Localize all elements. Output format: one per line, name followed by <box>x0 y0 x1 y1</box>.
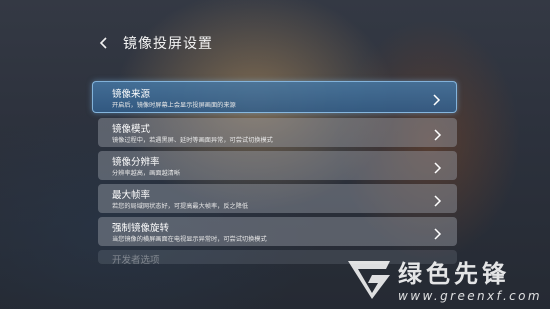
watermark: 绿色先锋 www.greenxf.com <box>346 254 542 303</box>
chevron-right-icon <box>431 159 443 174</box>
setting-item-title: 最大帧率 <box>112 190 151 201</box>
settings-list: 镜像来源 开启后，镜像时屏幕上会显示投屏画面的来源 镜像模式 镜像过程中，若遇黑… <box>92 81 457 266</box>
page-title: 镜像投屏设置 <box>123 36 213 52</box>
setting-item-title: 开发者选项 <box>112 255 160 266</box>
header: 镜像投屏设置 <box>95 33 213 53</box>
setting-item-mirror-mode[interactable]: 镜像模式 镜像过程中，若遇黑屏、延时等画面异常，可尝试切换模式 <box>98 118 457 147</box>
setting-item-title: 镜像来源 <box>112 89 151 100</box>
setting-item-desc: 若您的局域网状态好，可提高最大帧率，反之降低 <box>112 203 249 210</box>
setting-item-title: 强制镜像旋转 <box>112 223 170 234</box>
setting-item-title: 镜像模式 <box>112 124 151 135</box>
watermark-url: www.greenxf.com <box>398 289 542 303</box>
settings-screen: 镜像投屏设置 镜像来源 开启后，镜像时屏幕上会显示投屏画面的来源 镜像模式 镜像… <box>0 0 550 309</box>
setting-item-mirror-source[interactable]: 镜像来源 开启后，镜像时屏幕上会显示投屏画面的来源 <box>92 81 457 113</box>
watermark-logo-icon <box>346 257 392 301</box>
chevron-left-icon[interactable] <box>95 34 113 52</box>
setting-item-max-framerate[interactable]: 最大帧率 若您的局域网状态好，可提高最大帧率，反之降低 <box>98 184 457 213</box>
setting-item-desc: 当您镜像的横屏画面在电视显示异常时，可尝试切换模式 <box>112 236 267 243</box>
setting-item-desc: 镜像过程中，若遇黑屏、延时等画面异常，可尝试切换模式 <box>112 137 273 144</box>
setting-item-desc: 开启后，镜像时屏幕上会显示投屏画面的来源 <box>112 102 236 109</box>
setting-item-resolution[interactable]: 镜像分辨率 分辨率越高，画面越清晰 <box>98 151 457 180</box>
chevron-right-icon <box>430 91 442 106</box>
setting-item-desc: 分辨率越高，画面越清晰 <box>112 170 181 177</box>
chevron-right-icon <box>431 192 443 207</box>
setting-item-title: 镜像分辨率 <box>112 157 160 168</box>
chevron-right-icon <box>431 126 443 141</box>
setting-item-force-rotation[interactable]: 强制镜像旋转 当您镜像的横屏画面在电视显示异常时，可尝试切换模式 <box>98 217 457 246</box>
chevron-right-icon <box>431 225 443 240</box>
watermark-name: 绿色先锋 <box>398 260 511 288</box>
